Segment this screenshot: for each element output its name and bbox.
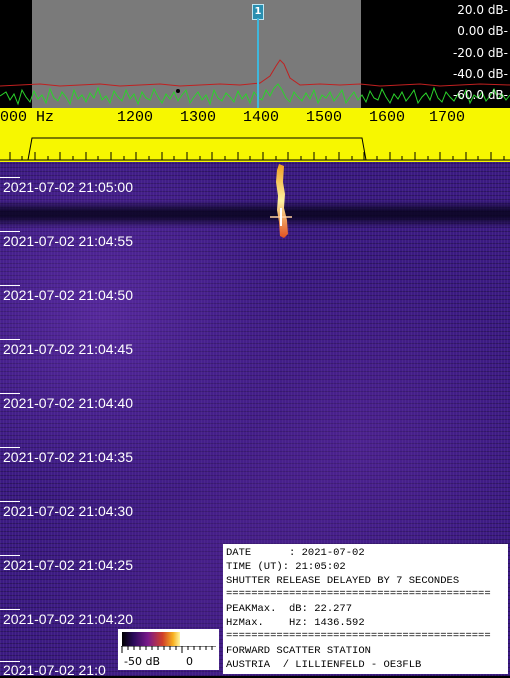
info-station: FORWARD SCATTER STATION: [226, 645, 371, 657]
time-tick: [0, 447, 20, 448]
timestamp-label: 2021-07-02 21:04:35: [3, 449, 133, 465]
scale-ticks: [0, 137, 510, 161]
timestamp-label: 2021-07-02 21:04:40: [3, 395, 133, 411]
time-tick: [0, 393, 20, 394]
timestamp-label: 2021-07-02 21:04:25: [3, 557, 133, 573]
timestamp-label: 2021-07-02 21:05:00: [3, 179, 133, 195]
waterfall-dark-band: [0, 200, 510, 228]
time-tick: [0, 285, 20, 286]
info-panel: DATE : 2021-07-02 TIME (UT): 21:05:02 SH…: [223, 544, 508, 674]
time-tick: [0, 609, 20, 610]
colorbar-min-label: -50 dB: [124, 655, 160, 668]
timestamp-label: 2021-07-02 21:04:30: [3, 503, 133, 519]
time-tick: [0, 555, 20, 556]
db-label: -20.0 dB-: [452, 46, 508, 60]
spectrum-trace: [0, 83, 510, 106]
time-tick: [0, 339, 20, 340]
db-label: -60.0 dB-: [452, 88, 508, 102]
timestamp-label: 2021-07-02 21:04:50: [3, 287, 133, 303]
info-separator: ========================================…: [226, 588, 491, 600]
peak-dot: [176, 89, 180, 93]
passband-bracket: [27, 137, 367, 161]
time-tick: [0, 231, 20, 232]
colorbar-legend: -50 dB 0: [118, 629, 219, 670]
db-label: 20.0 dB-: [457, 3, 508, 17]
info-peak-hz: HzMax. Hz: 1436.592: [226, 617, 365, 629]
info-date: DATE : 2021-07-02: [226, 547, 365, 559]
timestamp-label: 2021-07-02 21:04:20: [3, 611, 133, 627]
timestamp-label: 2021-07-02 21:04:45: [3, 341, 133, 357]
info-peak-db: PEAKMax. dB: 22.277: [226, 603, 353, 615]
colorbar-ticks: [121, 646, 216, 653]
db-label: -40.0 dB-: [452, 67, 508, 81]
spectrum-panel: 20.0 dB- 0.00 dB- -20.0 dB- -40.0 dB- -6…: [0, 0, 510, 108]
colorbar-max-label: 0: [186, 655, 193, 668]
colorbar-gradient: [122, 632, 180, 646]
timestamp-label: 2021-07-02 21:04:55: [3, 233, 133, 249]
time-tick: [0, 177, 20, 178]
info-time: TIME (UT): 21:05:02: [226, 561, 346, 573]
info-shutter: SHUTTER RELEASE DELAYED BY 7 SECONDES: [226, 575, 460, 587]
db-label: 0.00 dB-: [457, 24, 508, 38]
frequency-scale: 000 Hz 1200 1300 1400 1500 1600 1700: [0, 108, 510, 162]
meteor-echo-trace: [270, 164, 292, 238]
info-separator: ========================================…: [226, 630, 491, 642]
time-tick: [0, 501, 20, 502]
noise-floor-trace: [0, 59, 510, 87]
info-location: AUSTRIA / LILLIENFELD - OE3FLB: [226, 659, 422, 671]
